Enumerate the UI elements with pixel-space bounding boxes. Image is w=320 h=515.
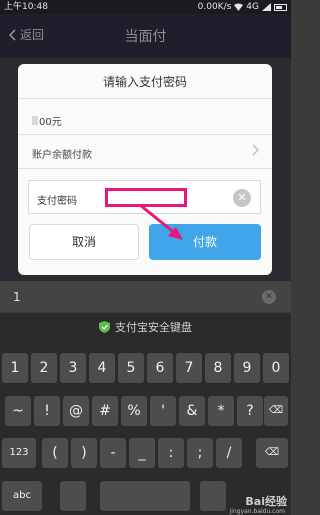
key-7[interactable]: 7	[176, 353, 202, 383]
amount-value: 00元	[39, 117, 62, 128]
watermark-url: jingyan.baidu.com	[229, 508, 285, 515]
key-symbol[interactable]: )	[71, 438, 97, 468]
key-2[interactable]: 2	[31, 353, 57, 383]
key-symbol[interactable]: -	[100, 438, 126, 468]
watermark-logo: Bai经验	[245, 495, 287, 508]
key-123[interactable]: 123	[2, 438, 36, 468]
status-indicators: 0.00K/s 4G	[198, 0, 287, 14]
key-symbol[interactable]: ;	[187, 438, 213, 468]
secure-keyboard: 支付宝安全键盘 1 2 3 4 5 6 7 8 9 0 ~! @ #% ' & *? ⌫ 123() - _:; / ⌫ a…	[0, 313, 291, 515]
keyboard-header: 支付宝安全键盘	[0, 319, 291, 335]
divider	[18, 134, 272, 135]
clear-icon[interactable]: ✕	[233, 189, 251, 207]
nav-bar: 返回 当面付	[0, 14, 291, 58]
key-0[interactable]: 0	[263, 353, 289, 383]
key-symbol[interactable]: /	[216, 438, 242, 468]
status-time: 上午10:48	[4, 2, 48, 12]
pay-method-label[interactable]: 账户余额付款	[32, 146, 92, 161]
password-highlight-box	[105, 188, 187, 207]
chevron-right-icon[interactable]	[250, 144, 260, 156]
dialog-title: 请输入支付密码	[102, 75, 187, 89]
key-symbol[interactable]: &	[179, 396, 205, 426]
amount-mask	[32, 116, 38, 125]
key-abc[interactable]: abc	[2, 481, 42, 511]
input-display[interactable]: 1 ✕	[0, 280, 291, 312]
key-symbol[interactable]: (	[42, 438, 68, 468]
key-6[interactable]: 6	[147, 353, 173, 383]
delete-key[interactable]: ⌫	[256, 438, 288, 468]
password-dialog: 请输入支付密码 00元 账户余额付款 支付密码 ✕ 取消 付款	[18, 64, 272, 275]
input-value: 1	[13, 290, 21, 304]
key-symbol[interactable]: ~	[5, 396, 31, 426]
key-symbol[interactable]: :	[158, 438, 184, 468]
clear-icon[interactable]: ✕	[262, 290, 276, 304]
key-symbol[interactable]: !	[34, 396, 60, 426]
signal-icon	[262, 3, 271, 11]
password-label: 支付密码	[37, 196, 77, 207]
key-8[interactable]: 8	[205, 353, 231, 383]
net-type: 4G	[246, 2, 259, 12]
backspace-key[interactable]: ⌫	[264, 396, 288, 426]
cancel-button[interactable]: 取消	[29, 224, 139, 260]
space-key[interactable]	[100, 481, 190, 511]
key-period[interactable]	[200, 481, 226, 511]
keyboard-title: 支付宝安全键盘	[115, 321, 192, 334]
key-symbol[interactable]: '	[150, 396, 176, 426]
battery-icon	[274, 3, 287, 11]
key-3[interactable]: 3	[60, 353, 86, 383]
key-symbol[interactable]: @	[63, 396, 89, 426]
shield-icon	[99, 321, 110, 333]
key-4[interactable]: 4	[89, 353, 115, 383]
key-symbol[interactable]: _	[129, 438, 155, 468]
key-5[interactable]: 5	[118, 353, 144, 383]
key-symbol[interactable]: %	[121, 396, 147, 426]
key-symbol[interactable]: ?	[237, 396, 263, 426]
key-symbol[interactable]: #	[92, 396, 118, 426]
divider	[18, 168, 272, 169]
key-9[interactable]: 9	[234, 353, 260, 383]
amount: 00元	[32, 113, 62, 128]
wifi-icon	[234, 3, 244, 11]
net-speed: 0.00K/s	[197, 2, 232, 12]
status-bar: 上午10:48 0.00K/s 4G	[0, 0, 291, 14]
password-field[interactable]: 支付密码 ✕	[28, 180, 261, 214]
key-comma[interactable]	[60, 481, 86, 511]
key-symbol[interactable]: *	[208, 396, 234, 426]
key-1[interactable]: 1	[2, 353, 28, 383]
page-title: 当面付	[124, 29, 167, 45]
pay-button[interactable]: 付款	[149, 224, 261, 260]
divider	[18, 98, 272, 99]
